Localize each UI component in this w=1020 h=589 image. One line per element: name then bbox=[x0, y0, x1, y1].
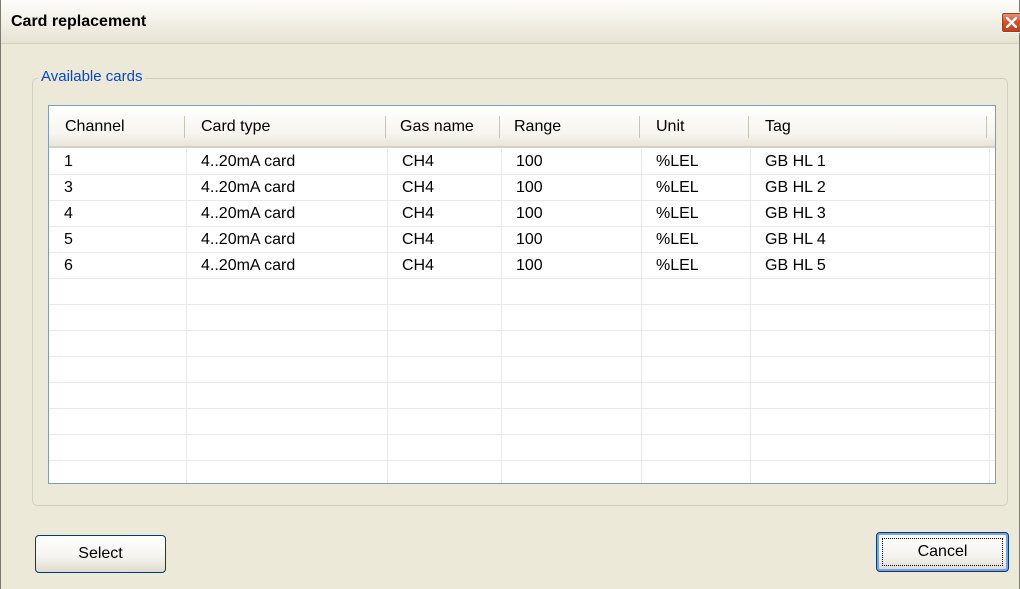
cell-tag: GB HL 2 bbox=[765, 179, 826, 196]
column-header-label: Gas name bbox=[400, 118, 474, 135]
card-replacement-dialog: Card replacement Available cards Channel… bbox=[0, 0, 1020, 589]
cell-unit: %LEL bbox=[656, 231, 699, 248]
close-button[interactable] bbox=[1001, 12, 1020, 33]
empty-table-row bbox=[49, 435, 995, 461]
cell-channel: 5 bbox=[64, 231, 73, 248]
cell-channel: 1 bbox=[64, 153, 73, 170]
column-header-label: Range bbox=[514, 118, 562, 135]
column-header-tag[interactable]: Tag bbox=[749, 106, 987, 146]
cancel-button[interactable]: Cancel bbox=[876, 532, 1009, 572]
cell-gas-name: CH4 bbox=[402, 179, 435, 196]
empty-table-row bbox=[49, 305, 995, 331]
cell-unit: %LEL bbox=[656, 205, 699, 222]
cell-card-type: 4..20mA card bbox=[201, 231, 296, 248]
cell-unit: %LEL bbox=[656, 257, 699, 274]
cards-table[interactable]: Channel Card type Gas name Range Unit Ta… bbox=[48, 105, 996, 484]
cell-unit: %LEL bbox=[656, 179, 699, 196]
cell-range: 100 bbox=[516, 179, 543, 196]
cell-channel: 4 bbox=[64, 205, 73, 222]
cell-unit: %LEL bbox=[656, 153, 699, 170]
cell-tag: GB HL 1 bbox=[765, 153, 826, 170]
cell-card-type: 4..20mA card bbox=[201, 205, 296, 222]
window-title: Card replacement bbox=[11, 13, 147, 30]
empty-table-row bbox=[49, 409, 995, 435]
cell-card-type: 4..20mA card bbox=[201, 257, 296, 274]
empty-table-row bbox=[49, 461, 995, 483]
table-row[interactable]: 5 4..20mA card CH4 100 %LEL GB HL 4 bbox=[49, 227, 995, 253]
table-row[interactable]: 6 4..20mA card CH4 100 %LEL GB HL 5 bbox=[49, 253, 995, 279]
title-bar[interactable]: Card replacement bbox=[1, 0, 1020, 44]
available-cards-label: Available cards bbox=[38, 68, 146, 85]
close-icon bbox=[1006, 17, 1017, 28]
cell-range: 100 bbox=[516, 257, 543, 274]
column-header-card-type[interactable]: Card type bbox=[185, 106, 386, 146]
cell-gas-name: CH4 bbox=[402, 205, 435, 222]
cell-gas-name: CH4 bbox=[402, 257, 435, 274]
cell-range: 100 bbox=[516, 205, 543, 222]
column-header-label: Card type bbox=[201, 118, 271, 135]
cell-channel: 3 bbox=[64, 179, 73, 196]
cell-gas-name: CH4 bbox=[402, 231, 435, 248]
table-row[interactable]: 1 4..20mA card CH4 100 %LEL GB HL 1 bbox=[49, 149, 995, 175]
select-button[interactable]: Select bbox=[35, 535, 166, 573]
table-header: Channel Card type Gas name Range Unit Ta… bbox=[49, 106, 995, 148]
table-row[interactable]: 4 4..20mA card CH4 100 %LEL GB HL 3 bbox=[49, 201, 995, 227]
empty-table-row bbox=[49, 357, 995, 383]
cell-gas-name: CH4 bbox=[402, 153, 435, 170]
column-header-unit[interactable]: Unit bbox=[640, 106, 749, 146]
cell-channel: 6 bbox=[64, 257, 73, 274]
empty-table-row bbox=[49, 383, 995, 409]
focus-rectangle bbox=[882, 538, 1003, 566]
empty-table-row bbox=[49, 331, 995, 357]
cell-card-type: 4..20mA card bbox=[201, 179, 296, 196]
cell-range: 100 bbox=[516, 231, 543, 248]
column-header-label: Unit bbox=[656, 118, 685, 135]
column-header-label: Channel bbox=[65, 118, 125, 135]
cell-range: 100 bbox=[516, 153, 543, 170]
table-row[interactable]: 3 4..20mA card CH4 100 %LEL GB HL 2 bbox=[49, 175, 995, 201]
column-header-label: Tag bbox=[765, 118, 791, 135]
cell-card-type: 4..20mA card bbox=[201, 153, 296, 170]
empty-table-row bbox=[49, 279, 995, 305]
cell-tag: GB HL 4 bbox=[765, 231, 826, 248]
column-header-channel[interactable]: Channel bbox=[49, 106, 185, 146]
column-header-range[interactable]: Range bbox=[500, 106, 640, 146]
column-header-gas-name[interactable]: Gas name bbox=[386, 106, 500, 146]
cell-tag: GB HL 5 bbox=[765, 257, 826, 274]
cell-tag: GB HL 3 bbox=[765, 205, 826, 222]
